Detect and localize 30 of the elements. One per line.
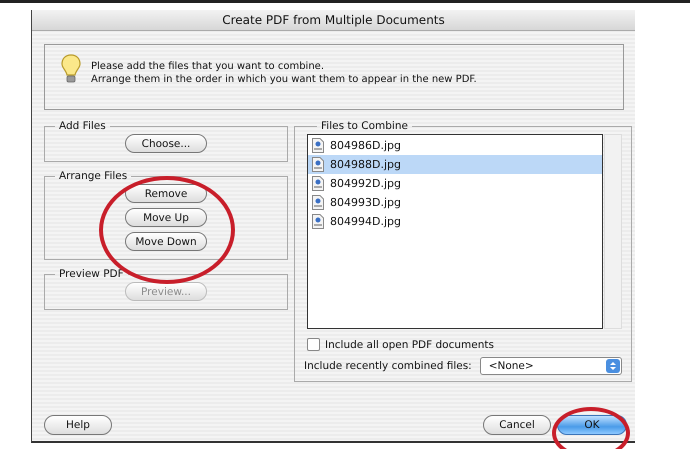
- file-item[interactable]: 804986D.jpg: [308, 136, 602, 155]
- group-title: Files to Combine: [320, 120, 409, 132]
- stepper-icon: [606, 359, 620, 373]
- group-title: Preview PDF: [58, 268, 125, 280]
- checkbox-label: Include all open PDF documents: [325, 338, 494, 350]
- image-file-icon: [312, 157, 324, 172]
- file-item[interactable]: 804992D.jpg: [308, 174, 602, 193]
- action-button[interactable]: Move Down: [125, 232, 207, 251]
- file-item[interactable]: 804994D.jpg: [308, 212, 602, 231]
- dialog-button[interactable]: Cancel: [483, 415, 551, 435]
- lightbulb-icon: [61, 54, 81, 84]
- image-file-icon: [312, 214, 324, 229]
- checkbox[interactable]: [307, 338, 320, 351]
- action-button[interactable]: Choose...: [125, 134, 207, 153]
- action-button[interactable]: Move Up: [125, 208, 207, 227]
- image-file-icon: [312, 138, 324, 153]
- image-file-icon: [312, 195, 324, 210]
- image-file-icon: [312, 176, 324, 191]
- action-button[interactable]: Remove: [125, 184, 207, 203]
- recent-files-dropdown[interactable]: <None>: [480, 357, 622, 375]
- dialog-button[interactable]: Help: [44, 415, 112, 435]
- instruction-text: Please add the files that you want to combine.: [91, 60, 325, 73]
- file-item[interactable]: 804988D.jpg: [308, 155, 602, 174]
- group-title: Arrange Files: [58, 170, 128, 182]
- window-title: Create PDF from Multiple Documents: [222, 13, 445, 27]
- group-title: Add Files: [58, 120, 107, 132]
- field-label: Include recently combined files:: [304, 360, 472, 372]
- instruction-text: Arrange them in the order in which you want them to appear in the new PDF.: [91, 73, 477, 86]
- file-item[interactable]: 804993D.jpg: [308, 193, 602, 212]
- dialog-button[interactable]: OK: [557, 415, 627, 435]
